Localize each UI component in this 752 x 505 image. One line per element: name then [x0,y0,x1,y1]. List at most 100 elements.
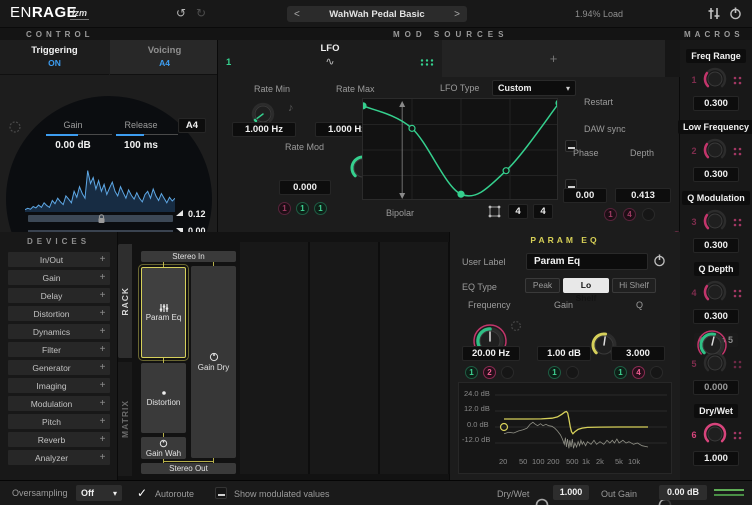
device-item-distortion[interactable]: Distortion+ [8,306,110,321]
mod-badge[interactable]: 1 [465,366,478,379]
macro-knob[interactable] [702,137,728,166]
macro-value[interactable]: 0.000 [693,380,739,395]
plus-icon[interactable]: + [96,380,110,391]
plus-icon[interactable]: + [96,398,110,409]
tab-voicing[interactable]: Voicing A4 [110,40,218,75]
plus-icon[interactable]: + [96,272,110,283]
preset-name[interactable]: WahWah Pedal Basic [329,9,424,20]
macro-drag-dots-icon[interactable] [732,217,742,227]
mod-badge[interactable] [501,366,514,379]
release-slider[interactable] [116,134,144,136]
param-eq-node[interactable]: Param Eq [141,267,186,358]
add-mod-source-button[interactable]: + [550,51,558,66]
eq-gain-value[interactable]: 1.00 dB [537,346,591,361]
lock-icon[interactable] [97,214,106,227]
oversampling-dropdown[interactable]: Off ▾ [76,485,122,501]
preset-next-button[interactable]: > [454,9,460,20]
device-item-generator[interactable]: Generator+ [8,360,110,375]
macro-drag-dots-icon[interactable] [732,430,742,440]
dry-wet-value[interactable]: 1.000 [553,485,589,500]
depth-value[interactable]: 0.413 [615,188,671,203]
threshold-high-handle[interactable] [176,210,183,216]
device-item-dynamics[interactable]: Dynamics+ [8,324,110,339]
stereo-out-node[interactable]: Stereo Out [141,463,236,474]
undo-icon[interactable]: ↺ [176,6,186,20]
macro-drag-dots-icon[interactable] [732,288,742,298]
device-item-analyzer[interactable]: Analyzer+ [8,450,110,465]
snap-grid-icon[interactable] [488,205,501,221]
lfo-type-dropdown[interactable]: Custom ▾ [492,80,576,96]
macro-knob[interactable] [702,66,728,95]
macro-knob[interactable] [702,421,728,450]
tab-matrix[interactable]: MATRIX [118,362,132,476]
tab-triggering[interactable]: Triggering ON [0,40,109,75]
mod-badge[interactable]: 1 [604,208,617,221]
plus-icon[interactable]: + [96,326,110,337]
rate-mod-value[interactable]: 0.000 [279,180,331,195]
plus-icon[interactable]: + [96,254,110,265]
device-item-delay[interactable]: Delay+ [8,288,110,303]
macro-value[interactable]: 0.300 [693,167,739,182]
mod-badge[interactable]: 1 [278,202,291,215]
mixer-icon[interactable] [706,7,721,23]
note-button[interactable]: A4 [178,118,206,133]
device-power-icon[interactable] [653,254,666,270]
device-item-reverb[interactable]: Reverb+ [8,432,110,447]
mod-badge[interactable]: 4 [623,208,636,221]
preset-prev-button[interactable]: < [294,9,300,20]
freq-mode-icon[interactable] [510,320,522,335]
rate-min-value[interactable]: 1.000 Hz [232,122,296,137]
gain-value[interactable]: 0.00 dB [42,140,104,151]
gain-dry-node[interactable]: Gain Dry [191,266,236,458]
plus-icon[interactable]: + [96,344,110,355]
q-knob[interactable] [696,329,728,364]
mod-badge[interactable]: 1 [296,202,309,215]
lfo-tab[interactable]: 1 LFO ∿ [218,40,442,77]
macro-drag-dots-icon[interactable] [732,359,742,369]
plus-icon[interactable]: + [96,362,110,373]
mod-badge[interactable]: 1 [548,366,561,379]
grid-y-value[interactable]: 4 [533,204,553,219]
device-item-pitch[interactable]: Pitch+ [8,414,110,429]
macro-label[interactable]: Dry/Wet [694,404,738,418]
phase-value[interactable]: 0.00 [563,188,607,203]
device-item-modulation[interactable]: Modulation+ [8,396,110,411]
device-item-inout[interactable]: In/Out+ [8,252,110,267]
device-item-imaging[interactable]: Imaging+ [8,378,110,393]
lfo-graph[interactable] [362,98,558,200]
rate-min-note-icon[interactable]: ♪ [288,102,294,114]
q-value[interactable]: 3.000 [611,346,665,361]
release-value[interactable]: 100 ms [110,140,172,151]
dry-wet-knob[interactable] [535,498,549,505]
mod-badge[interactable] [566,366,579,379]
macro-label[interactable]: Low Frequency [678,120,752,134]
mod-badge[interactable] [650,366,663,379]
plus-icon[interactable]: + [96,308,110,319]
knob-settings-icon[interactable] [8,120,22,137]
device-item-filter[interactable]: Filter+ [8,342,110,357]
out-gain-value[interactable]: 0.00 dB [659,485,707,500]
mod-badge[interactable]: 1 [614,366,627,379]
macro-value[interactable]: 0.300 [693,238,739,253]
drag-handle-icon[interactable] [420,58,434,67]
eq-type-hi-shelf-button[interactable]: Hi Shelf [612,278,656,293]
macro-value[interactable]: 0.300 [693,96,739,111]
preset-bar[interactable]: < WahWah Pedal Basic > [287,6,467,22]
macro-knob[interactable] [702,279,728,308]
macro-drag-dots-icon[interactable] [732,146,742,156]
redo-icon[interactable]: ↻ [196,6,206,20]
macro-knob[interactable] [702,208,728,237]
stereo-in-node[interactable]: Stereo In [141,251,236,262]
plus-icon[interactable]: + [96,434,110,445]
tab-rack[interactable]: RACK [118,244,132,358]
autoroute-checkbox[interactable]: ✓ [137,486,147,500]
macro-label[interactable]: Q Depth [694,262,739,276]
plus-icon[interactable]: + [96,416,110,427]
threshold-high-value[interactable]: 0.12 [188,209,206,219]
eq-type-peak-button[interactable]: Peak [525,278,560,293]
device-item-gain[interactable]: Gain+ [8,270,110,285]
gain-wah-node[interactable]: Gain Wah [141,437,186,459]
macro-drag-dots-icon[interactable] [732,75,742,85]
power-icon[interactable] [729,7,742,23]
macro-value[interactable]: 1.000 [693,451,739,466]
